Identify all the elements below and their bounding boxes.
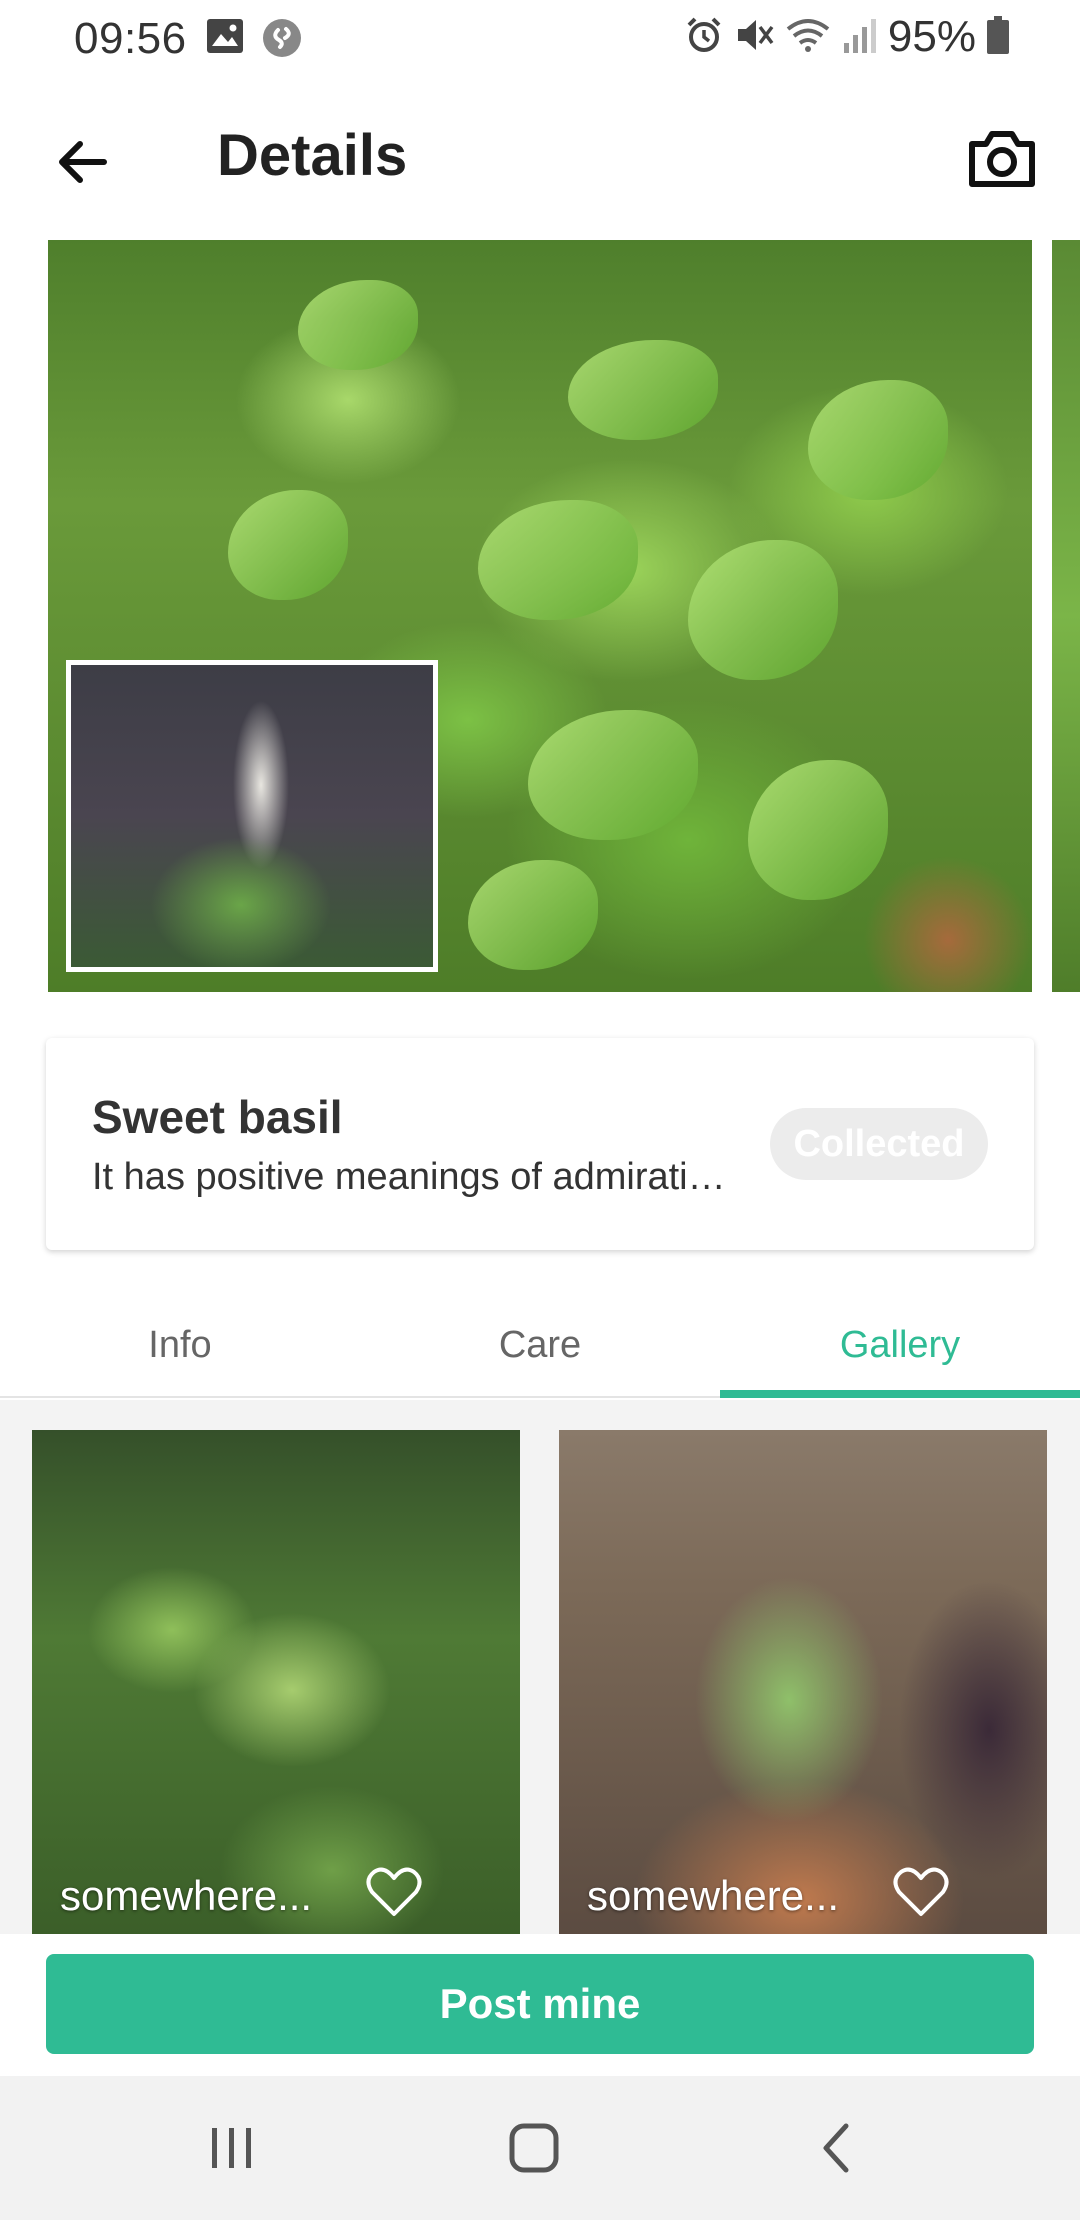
page-title: Details: [217, 123, 408, 188]
tab-info[interactable]: Info: [0, 1324, 360, 1367]
heart-outline-icon[interactable]: [893, 1866, 949, 1918]
app-bar: Details: [0, 100, 1080, 220]
gallery-item-caption: somewhere...: [587, 1872, 840, 1919]
shazam-icon: [262, 18, 302, 63]
plant-hero-image[interactable]: [48, 240, 1032, 992]
signal-icon: [842, 15, 878, 60]
plant-info-card: Sweet basil It has positive meanings of …: [46, 1038, 1034, 1250]
collected-button[interactable]: Collected: [770, 1108, 988, 1180]
gallery-item[interactable]: somewhere...: [32, 1430, 520, 1934]
gallery-item[interactable]: somewhere...: [559, 1430, 1047, 1934]
tab-care[interactable]: Care: [360, 1324, 720, 1367]
alarm-icon: [684, 15, 724, 60]
system-nav-bar: [0, 2076, 1080, 2220]
camera-button[interactable]: [966, 122, 1038, 194]
post-button-bar: Post mine: [0, 1934, 1080, 2076]
battery-icon: [986, 15, 1010, 60]
active-tab-indicator: [720, 1390, 1080, 1398]
next-image-peek[interactable]: [1052, 240, 1080, 992]
wifi-icon: [784, 15, 832, 60]
status-bar: 09:56 95%: [0, 0, 1080, 76]
heart-outline-icon[interactable]: [366, 1866, 422, 1918]
plant-name: Sweet basil: [92, 1091, 343, 1143]
home-icon[interactable]: [504, 2118, 564, 2178]
battery-percent: 95%: [887, 12, 976, 61]
tab-bar: Info Care Gallery: [0, 1306, 1080, 1398]
gallery-grid: somewhere... somewhere...: [0, 1400, 1080, 1934]
recents-icon[interactable]: [202, 2118, 262, 2178]
gallery-item-caption: somewhere...: [60, 1872, 313, 1919]
plant-flower-thumbnail[interactable]: [66, 660, 438, 972]
arrow-left-icon: [59, 141, 107, 183]
back-icon[interactable]: [808, 2118, 868, 2178]
post-mine-button[interactable]: Post mine: [46, 1954, 1034, 2054]
back-button[interactable]: [50, 128, 118, 196]
tab-gallery[interactable]: Gallery: [720, 1324, 1080, 1367]
image-icon: [206, 18, 244, 59]
status-time: 09:56: [74, 14, 187, 63]
camera-icon: [969, 131, 1035, 187]
mute-icon: [734, 15, 774, 60]
plant-description[interactable]: It has positive meanings of admirati…: [92, 1156, 782, 1199]
